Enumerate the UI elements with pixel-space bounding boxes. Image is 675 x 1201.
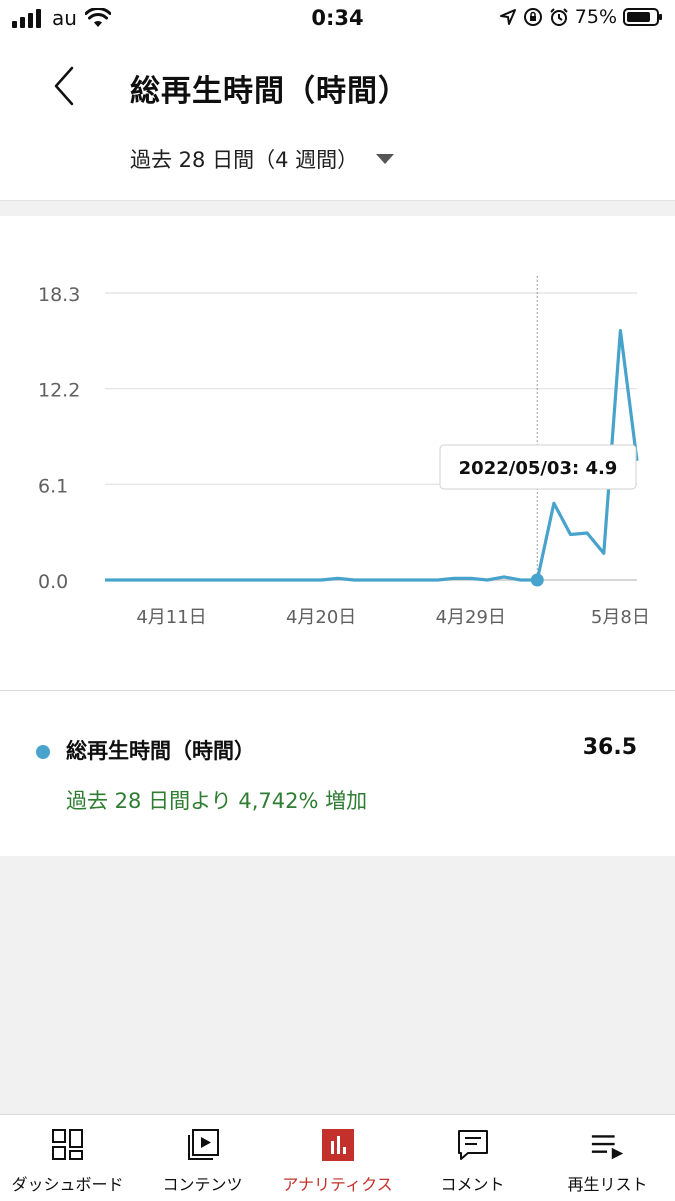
x-tick-label: 4月11日 (136, 607, 206, 628)
location-icon (499, 9, 516, 25)
nav-dashboard-label: ダッシュボード (11, 1175, 124, 1194)
highlight-point (530, 573, 544, 587)
y-tick-label: 12.2 (38, 380, 80, 402)
metric-value: 36.5 (582, 735, 637, 760)
y-tick-label: 18.3 (38, 284, 80, 306)
chevron-left-icon (54, 66, 74, 106)
analytics-icon (320, 1127, 356, 1163)
bottom-nav: ダッシュボード コンテンツ アナリティクス コメント 再生リスト (0, 1114, 675, 1201)
x-tick-label: 5月8日 (591, 607, 650, 628)
legend-dot (36, 745, 50, 759)
dropdown-arrow-icon (376, 154, 395, 164)
x-tick-label: 4月29日 (436, 607, 506, 628)
nav-playlists[interactable]: 再生リスト (540, 1115, 675, 1201)
section-divider (0, 200, 675, 217)
comment-icon (455, 1127, 491, 1163)
line-chart[interactable]: 18.3 12.2 6.1 0.0 4月11日 4月20日 4月29日 5月8日 2022/05… (0, 216, 675, 690)
metric-label: 総再生時間（時間） (66, 739, 255, 763)
period-label: 過去 28 日間（4 週間） (130, 148, 359, 172)
nav-playlists-label: 再生リスト (567, 1175, 648, 1194)
y-tick-label: 0.0 (38, 571, 68, 593)
alarm-icon (550, 8, 568, 26)
nav-analytics-label: アナリティクス (282, 1175, 393, 1194)
nav-comments-label: コメント (440, 1175, 505, 1194)
nav-content-label: コンテンツ (162, 1175, 243, 1194)
chart-card: 18.3 12.2 6.1 0.0 4月11日 4月20日 4月29日 5月8日 2022/05… (0, 216, 675, 690)
period-dropdown[interactable]: 過去 28 日間（4 週間） (130, 144, 395, 174)
page-title: 総再生時間（時間） (130, 74, 409, 109)
nav-content[interactable]: コンテンツ (135, 1115, 270, 1201)
y-tick-label: 6.1 (38, 475, 68, 497)
metric-change: 過去 28 日間より 4,742% 増加 (66, 789, 368, 813)
playlist-icon (590, 1127, 626, 1163)
nav-analytics[interactable]: アナリティクス (270, 1115, 405, 1201)
status-right: 75% (499, 6, 663, 28)
summary-card: 総再生時間（時間） 36.5 過去 28 日間より 4,742% 増加 (0, 690, 675, 856)
content-icon (185, 1127, 221, 1163)
tooltip: 2022/05/03: 4.9 (439, 444, 637, 490)
nav-dashboard[interactable]: ダッシュボード (0, 1115, 135, 1201)
x-tick-label: 4月20日 (286, 607, 356, 628)
tooltip-text: 2022/05/03: 4.9 (459, 458, 618, 479)
header: 総再生時間（時間） 過去 28 日間（4 週間） (0, 40, 675, 200)
nav-comments[interactable]: コメント (405, 1115, 540, 1201)
rotation-lock-icon (523, 8, 542, 26)
battery-percent: 75% (574, 6, 617, 28)
back-button[interactable] (40, 62, 88, 110)
status-bar: au 0:34 75% (0, 0, 675, 40)
dashboard-icon (50, 1127, 86, 1163)
battery-icon (623, 8, 662, 26)
